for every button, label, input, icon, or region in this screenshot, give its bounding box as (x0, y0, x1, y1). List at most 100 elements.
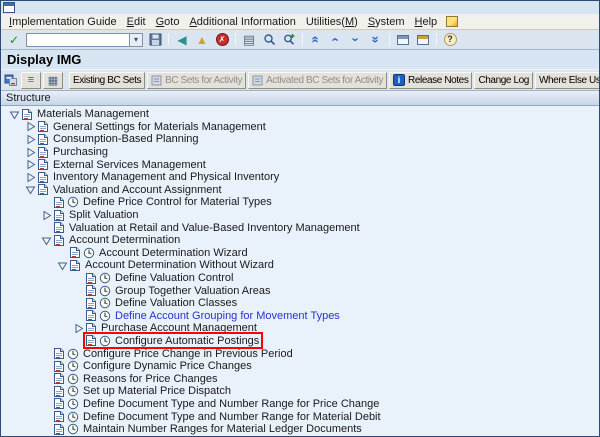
img-info-icon[interactable] (4, 73, 18, 87)
release-notes-button[interactable]: i Release Notes (389, 71, 473, 89)
img-activity-icon[interactable] (67, 398, 79, 410)
where-else-used-button[interactable]: Where Else Used (534, 71, 599, 89)
tree-item-label[interactable]: Reasons for Price Changes (81, 373, 220, 385)
tree-row-define-valuation-classes[interactable]: Define Valuation Classes (1, 297, 599, 310)
tree-item-label[interactable]: Configure Dynamic Price Changes (81, 360, 254, 372)
tree-item-label[interactable]: Split Valuation (67, 209, 141, 221)
tree-row-inventory-management-and-physical-inventory[interactable]: Inventory Management and Physical Invent… (1, 171, 599, 184)
tree-row-external-services-management[interactable]: External Services Management (1, 158, 599, 171)
tree-item-label[interactable]: Account Determination (67, 234, 182, 246)
tree-row-configure-price-change-in-previous-period[interactable]: Configure Price Change in Previous Perio… (1, 347, 599, 360)
tree-item-label[interactable]: Valuation at Retail and Value-Based Inve… (67, 222, 362, 234)
tree-row-valuation-at-retail-and-value-based-inventory-management[interactable]: Valuation at Retail and Value-Based Inve… (1, 221, 599, 234)
collapsed-triangle-icon[interactable] (23, 159, 37, 171)
img-activity-icon[interactable] (67, 348, 79, 360)
tree-row-materials-management[interactable]: Materials Management (1, 108, 599, 121)
tree-row-reasons-for-price-changes[interactable]: Reasons for Price Changes (1, 372, 599, 385)
tree-item-label[interactable]: Define Account Grouping for Movement Typ… (113, 310, 342, 322)
menu-item-help[interactable]: Help (410, 15, 443, 29)
tree-item-label[interactable]: External Services Management (51, 159, 208, 171)
tree-row-define-valuation-control[interactable]: Define Valuation Control (1, 272, 599, 285)
last-page-icon[interactable]: » (368, 30, 385, 50)
tree-row-purchase-account-management[interactable]: Purchase Account Management (1, 322, 599, 335)
expanded-triangle-icon[interactable] (39, 234, 53, 246)
expanded-triangle-icon[interactable] (7, 108, 21, 120)
back-icon[interactable]: ◀ (172, 31, 192, 48)
page-down-icon[interactable]: › (348, 30, 365, 50)
img-activity-icon[interactable] (67, 360, 79, 372)
img-activity-icon[interactable] (99, 310, 111, 322)
img-activity-icon[interactable] (67, 423, 79, 435)
img-activity-icon[interactable] (67, 373, 79, 385)
tree-row-consumption-based-planning[interactable]: Consumption-Based Planning (1, 133, 599, 146)
collapsed-triangle-icon[interactable] (23, 146, 37, 158)
img-activity-icon[interactable] (83, 247, 95, 259)
exit-icon[interactable]: ▲ (192, 31, 212, 48)
print-icon[interactable]: ▤ (239, 31, 259, 48)
tree-row-configure-automatic-postings[interactable]: Configure Automatic Postings (1, 332, 599, 350)
tree-item-label[interactable]: Configure Automatic Postings (113, 335, 261, 347)
tree-item-label[interactable]: Maintain Number Ranges for Material Ledg… (81, 423, 364, 435)
tree-row-set-up-material-price-dispatch[interactable]: Set up Material Price Dispatch (1, 385, 599, 398)
command-input[interactable] (26, 32, 130, 47)
tree-row-purchasing[interactable]: Purchasing (1, 146, 599, 159)
expanded-triangle-icon[interactable] (55, 259, 69, 271)
page-up-icon[interactable]: ‹ (328, 30, 345, 50)
enter-icon[interactable]: ✓ (4, 31, 24, 48)
find-next-icon[interactable] (279, 31, 299, 48)
tree-item-label[interactable]: Account Determination Wizard (97, 247, 250, 259)
tree-row-account-determination[interactable]: Account Determination (1, 234, 599, 247)
menu-item-additional-information[interactable]: Additional Information (184, 15, 300, 29)
menu-item-edit[interactable]: Edit (122, 15, 151, 29)
menu-item-utilities-m[interactable]: Utilities(M) (301, 15, 363, 29)
tree-item-label[interactable]: Define Valuation Classes (113, 297, 239, 309)
tree-row-valuation-and-account-assignment[interactable]: Valuation and Account Assignment (1, 184, 599, 197)
first-page-icon[interactable]: « (308, 30, 325, 50)
find-icon[interactable] (259, 31, 279, 48)
tree-row-split-valuation[interactable]: Split Valuation (1, 209, 599, 222)
img-activity-icon[interactable] (67, 196, 79, 208)
cancel-icon[interactable]: ✗ (212, 31, 232, 48)
command-dropdown-icon[interactable]: ▾ (130, 32, 143, 47)
change-log-button[interactable]: Change Log (474, 71, 533, 89)
img-activity-icon[interactable] (67, 411, 79, 423)
tree-row-account-determination-without-wizard[interactable]: Account Determination Without Wizard (1, 259, 599, 272)
tree-item-label[interactable]: Group Together Valuation Areas (113, 285, 273, 297)
img-activity-icon[interactable] (99, 272, 111, 284)
tree-item-label[interactable]: Purchase Account Management (99, 322, 259, 334)
tree-row-define-account-grouping-for-movement-types[interactable]: Define Account Grouping for Movement Typ… (1, 310, 599, 323)
save-icon[interactable] (145, 31, 165, 48)
tree-item-label[interactable]: Inventory Management and Physical Invent… (51, 171, 281, 183)
existing-bc-sets-button[interactable]: Existing BC Sets (69, 71, 146, 89)
img-activity-icon[interactable] (67, 385, 79, 397)
tree-item-label[interactable]: Set up Material Price Dispatch (81, 385, 233, 397)
help-icon[interactable]: ? (440, 31, 460, 48)
app-toolbar-icon-button-2[interactable]: ▦ (43, 71, 63, 89)
collapsed-triangle-icon[interactable] (23, 171, 37, 183)
menu-item-system[interactable]: System (363, 15, 410, 29)
tree-item-label[interactable]: Materials Management (35, 108, 151, 120)
tree-row-group-together-valuation-areas[interactable]: Group Together Valuation Areas (1, 284, 599, 297)
tree-item-label[interactable]: Purchasing (51, 146, 110, 158)
tree-row-general-settings-for-materials-management[interactable]: General Settings for Materials Managemen… (1, 121, 599, 134)
img-activity-icon[interactable] (99, 285, 111, 297)
tree-item-label[interactable]: Define Document Type and Number Range fo… (81, 398, 381, 410)
tree-item-label[interactable]: General Settings for Materials Managemen… (51, 121, 268, 133)
tree-item-label[interactable]: Define Price Control for Material Types (81, 196, 274, 208)
tree-row-account-determination-wizard[interactable]: Account Determination Wizard (1, 247, 599, 260)
img-activity-icon[interactable] (99, 297, 111, 309)
new-session-icon[interactable] (393, 31, 413, 48)
menu-item-goto[interactable]: Goto (151, 15, 185, 29)
img-activity-icon[interactable] (99, 335, 111, 347)
menu-extra-icon[interactable] (446, 16, 459, 27)
expanded-triangle-icon[interactable] (23, 184, 37, 196)
collapsed-triangle-icon[interactable] (23, 121, 37, 133)
collapsed-triangle-icon[interactable] (39, 209, 53, 221)
tree-row-maintain-number-ranges-for-material-ledger-documents[interactable]: Maintain Number Ranges for Material Ledg… (1, 423, 599, 436)
tree-row-define-price-control-for-material-types[interactable]: Define Price Control for Material Types (1, 196, 599, 209)
app-toolbar-icon-button-1[interactable]: ≡ (21, 71, 41, 89)
tree-item-label[interactable]: Define Valuation Control (113, 272, 235, 284)
tree-item-label[interactable]: Define Document Type and Number Range fo… (81, 411, 383, 423)
collapsed-triangle-icon[interactable] (23, 133, 37, 145)
tree-item-label[interactable]: Account Determination Without Wizard (83, 259, 276, 271)
